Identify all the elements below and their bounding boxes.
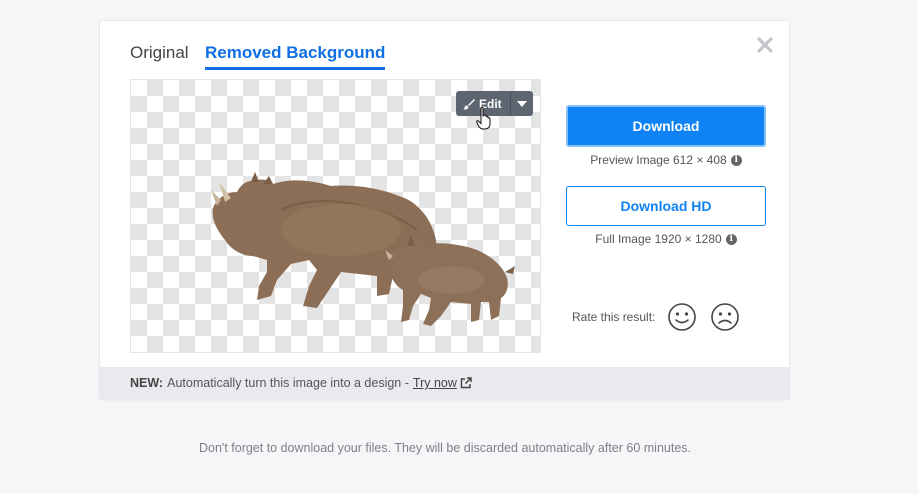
download-hd-button[interactable]: Download HD [566, 186, 766, 226]
full-size-caption: Full Image 1920 × 1280 i [566, 232, 766, 246]
image-preview: Edit [130, 79, 541, 353]
new-feature-text: Automatically turn this image into a des… [167, 376, 409, 390]
full-size-text: Full Image 1920 × 1280 [595, 232, 722, 246]
info-icon[interactable]: i [725, 233, 737, 245]
result-card: Original Removed Background Edit Downloa… [99, 20, 790, 400]
retention-notice: Don't forget to download your files. The… [199, 441, 691, 455]
caret-down-icon[interactable] [509, 91, 533, 116]
external-link-icon[interactable] [460, 377, 472, 389]
smiley-face-icon[interactable] [667, 302, 697, 332]
preview-size-caption: Preview Image 612 × 408 i [566, 153, 766, 167]
close-icon[interactable] [755, 35, 775, 55]
tab-removed-background[interactable]: Removed Background [205, 43, 386, 70]
try-now-link[interactable]: Try now [413, 376, 457, 390]
sad-face-icon[interactable] [710, 302, 740, 332]
download-button[interactable]: Download [566, 105, 766, 147]
rating-label: Rate this result: [572, 310, 656, 324]
preview-size-text: Preview Image 612 × 408 [590, 153, 727, 167]
hand-pointer-icon [476, 106, 492, 135]
rating-row: Rate this result: [572, 300, 753, 334]
tab-original[interactable]: Original [130, 43, 189, 67]
new-tag: NEW: [130, 376, 164, 390]
info-icon[interactable]: i [730, 154, 742, 166]
brush-icon [463, 98, 475, 110]
new-feature-bar: NEW: Automatically turn this image into … [100, 367, 789, 399]
edit-button-group: Edit [456, 91, 533, 116]
